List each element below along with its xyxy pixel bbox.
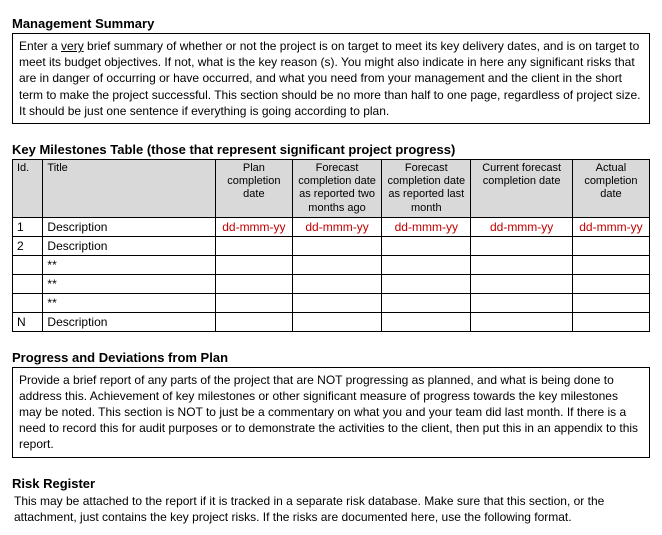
table-cell: Description	[43, 312, 215, 331]
mgmt-text-underline: very	[61, 39, 84, 53]
table-cell	[215, 255, 292, 274]
table-cell	[292, 312, 381, 331]
table-cell	[382, 274, 471, 293]
table-row: **	[13, 255, 650, 274]
th-id: Id.	[13, 159, 43, 217]
management-summary-heading: Management Summary	[12, 16, 650, 31]
th-forecast-1mo: Forecast completion date as reported las…	[382, 159, 471, 217]
risk-body: This may be attached to the report if it…	[12, 493, 650, 525]
mgmt-text-pre: Enter a	[19, 39, 61, 53]
table-cell	[382, 236, 471, 255]
table-cell	[292, 236, 381, 255]
th-title: Title	[43, 159, 215, 217]
table-cell	[382, 255, 471, 274]
table-cell	[292, 274, 381, 293]
table-cell: 2	[13, 236, 43, 255]
table-cell	[215, 274, 292, 293]
table-cell	[471, 293, 572, 312]
table-cell	[572, 236, 649, 255]
table-cell: N	[13, 312, 43, 331]
table-row: **	[13, 274, 650, 293]
table-cell	[215, 312, 292, 331]
th-forecast-2mo: Forecast completion date as reported two…	[292, 159, 381, 217]
table-cell: dd-mmm-yy	[471, 217, 572, 236]
table-cell	[471, 236, 572, 255]
risk-heading: Risk Register	[12, 476, 650, 491]
progress-heading: Progress and Deviations from Plan	[12, 350, 650, 365]
table-cell: dd-mmm-yy	[572, 217, 649, 236]
mgmt-text-post: brief summary of whether or not the proj…	[19, 39, 640, 118]
table-cell	[13, 293, 43, 312]
table-cell	[572, 274, 649, 293]
table-cell: **	[43, 293, 215, 312]
table-cell: **	[43, 255, 215, 274]
table-cell	[382, 293, 471, 312]
table-cell	[572, 255, 649, 274]
milestones-heading: Key Milestones Table (those that represe…	[12, 142, 650, 157]
table-cell	[572, 293, 649, 312]
table-cell	[471, 255, 572, 274]
table-cell	[572, 312, 649, 331]
table-cell	[215, 236, 292, 255]
table-row: **	[13, 293, 650, 312]
table-cell	[13, 255, 43, 274]
progress-box: Provide a brief report of any parts of t…	[12, 367, 650, 458]
table-cell: dd-mmm-yy	[382, 217, 471, 236]
milestones-table: Id. Title Plan completion date Forecast …	[12, 159, 650, 332]
table-cell	[471, 274, 572, 293]
table-cell	[382, 312, 471, 331]
table-row: 1Descriptiondd-mmm-yydd-mmm-yydd-mmm-yyd…	[13, 217, 650, 236]
management-summary-box: Enter a very brief summary of whether or…	[12, 33, 650, 124]
table-header-row: Id. Title Plan completion date Forecast …	[13, 159, 650, 217]
th-actual: Actual completion date	[572, 159, 649, 217]
table-cell: **	[43, 274, 215, 293]
table-cell	[471, 312, 572, 331]
table-cell: dd-mmm-yy	[292, 217, 381, 236]
table-cell	[292, 293, 381, 312]
table-row: NDescription	[13, 312, 650, 331]
table-row: 2Description	[13, 236, 650, 255]
table-cell	[215, 293, 292, 312]
table-cell: Description	[43, 217, 215, 236]
table-cell	[13, 274, 43, 293]
table-cell	[292, 255, 381, 274]
th-current-forecast: Current forecast completion date	[471, 159, 572, 217]
th-plan: Plan completion date	[215, 159, 292, 217]
table-cell: Description	[43, 236, 215, 255]
table-cell: dd-mmm-yy	[215, 217, 292, 236]
table-cell: 1	[13, 217, 43, 236]
